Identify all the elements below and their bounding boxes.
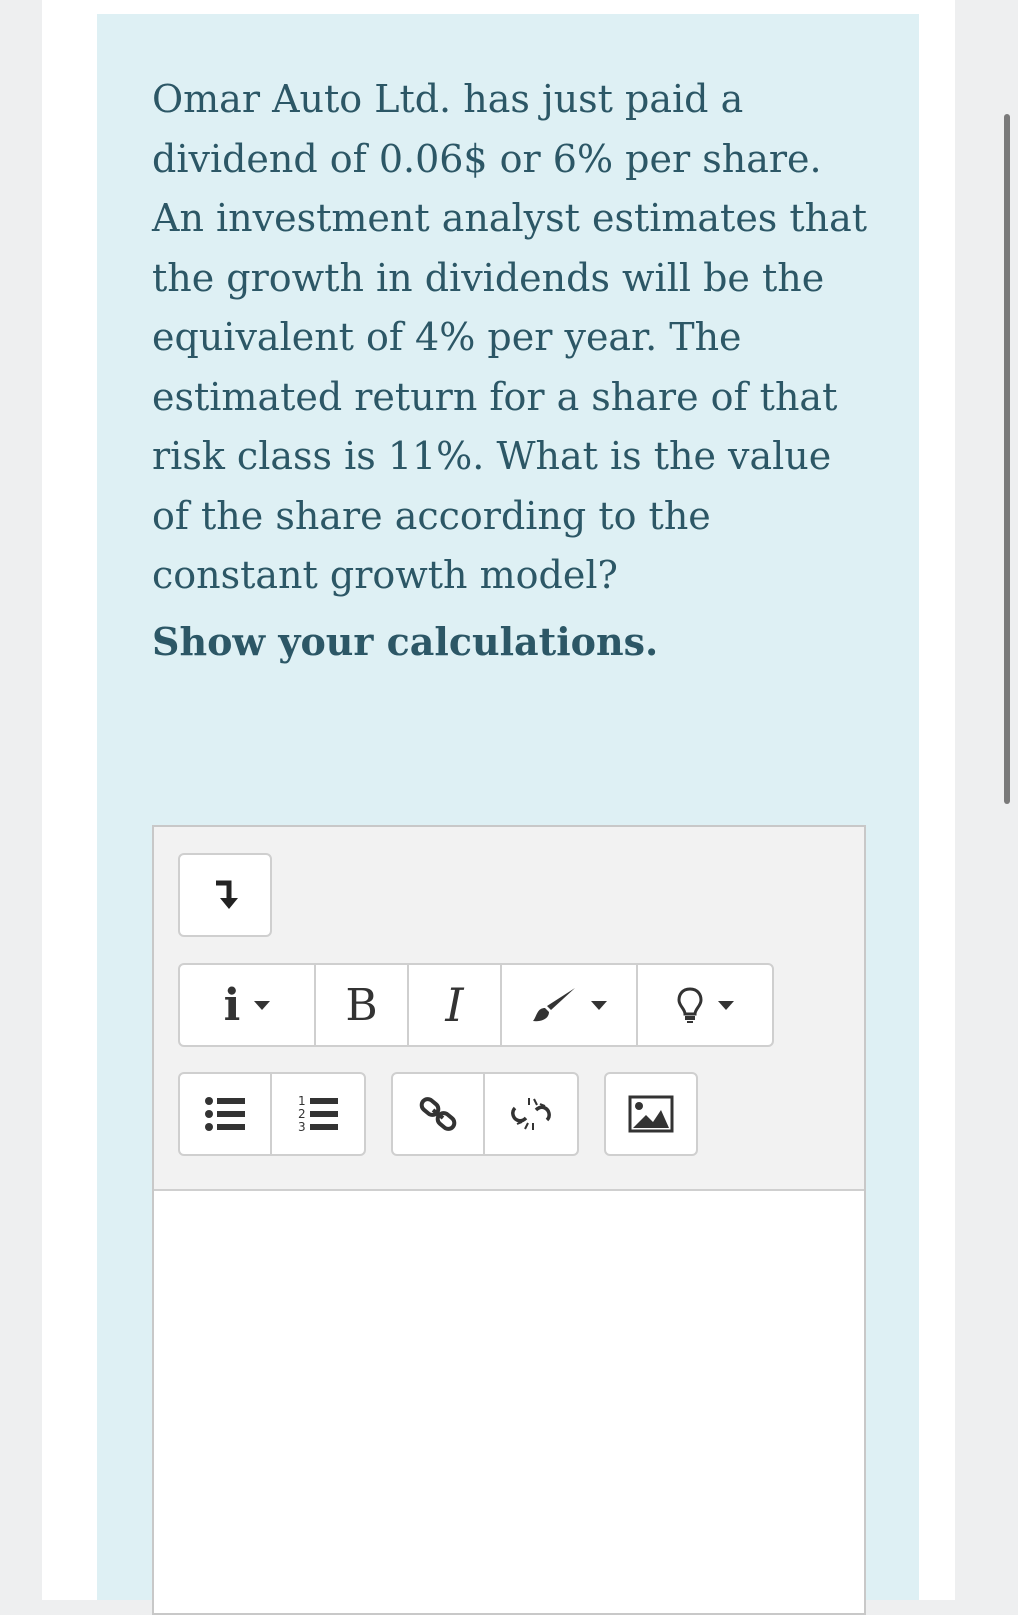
italic-button[interactable]: I — [409, 965, 502, 1045]
editor-toolbar: i B I 1 2 3 — [154, 827, 864, 1191]
more-tools-dropdown-button[interactable] — [638, 965, 772, 1045]
toolbar-toggle-group — [178, 853, 272, 937]
ordered-list-icon: 1 2 3 — [298, 1094, 338, 1134]
chevron-down-icon — [254, 1000, 271, 1010]
bold-button[interactable]: B — [316, 965, 409, 1045]
link-button[interactable] — [393, 1074, 486, 1154]
link-button-group — [391, 1072, 579, 1156]
text-color-dropdown-button[interactable] — [502, 965, 638, 1045]
unordered-list-icon — [205, 1097, 245, 1131]
list-button-group: 1 2 3 — [178, 1072, 366, 1156]
toolbar-toggle-button[interactable] — [180, 855, 270, 935]
svg-text:2: 2 — [298, 1107, 306, 1121]
chevron-down-icon — [718, 1000, 734, 1010]
answer-text-area[interactable] — [154, 1191, 864, 1613]
image-button-group — [604, 1072, 698, 1156]
unlink-icon — [511, 1098, 551, 1130]
lightbulb-icon — [677, 987, 703, 1023]
instruction-text: Show your calculations. — [152, 619, 659, 664]
paint-brush-icon — [533, 988, 575, 1022]
info-dropdown-button[interactable]: i — [180, 965, 316, 1045]
question-text: Omar Auto Ltd. has just paid a dividend … — [152, 77, 868, 597]
unordered-list-button[interactable] — [180, 1074, 273, 1154]
info-icon: i — [223, 979, 241, 1031]
chevron-down-icon — [591, 1000, 607, 1010]
italic-icon: I — [445, 978, 464, 1032]
format-button-group: i B I — [178, 963, 774, 1047]
unlink-button[interactable] — [485, 1074, 577, 1154]
collapse-toolbar-icon — [216, 880, 238, 909]
ordered-list-button[interactable]: 1 2 3 — [272, 1074, 364, 1154]
link-icon — [419, 1097, 457, 1131]
svg-text:1: 1 — [298, 1094, 306, 1108]
image-icon — [628, 1095, 674, 1133]
rich-text-editor: i B I 1 2 3 — [152, 825, 866, 1615]
bold-icon: B — [345, 979, 378, 1031]
svg-text:3: 3 — [298, 1120, 306, 1134]
insert-image-button[interactable] — [606, 1074, 696, 1154]
scrollbar[interactable] — [1004, 114, 1010, 804]
